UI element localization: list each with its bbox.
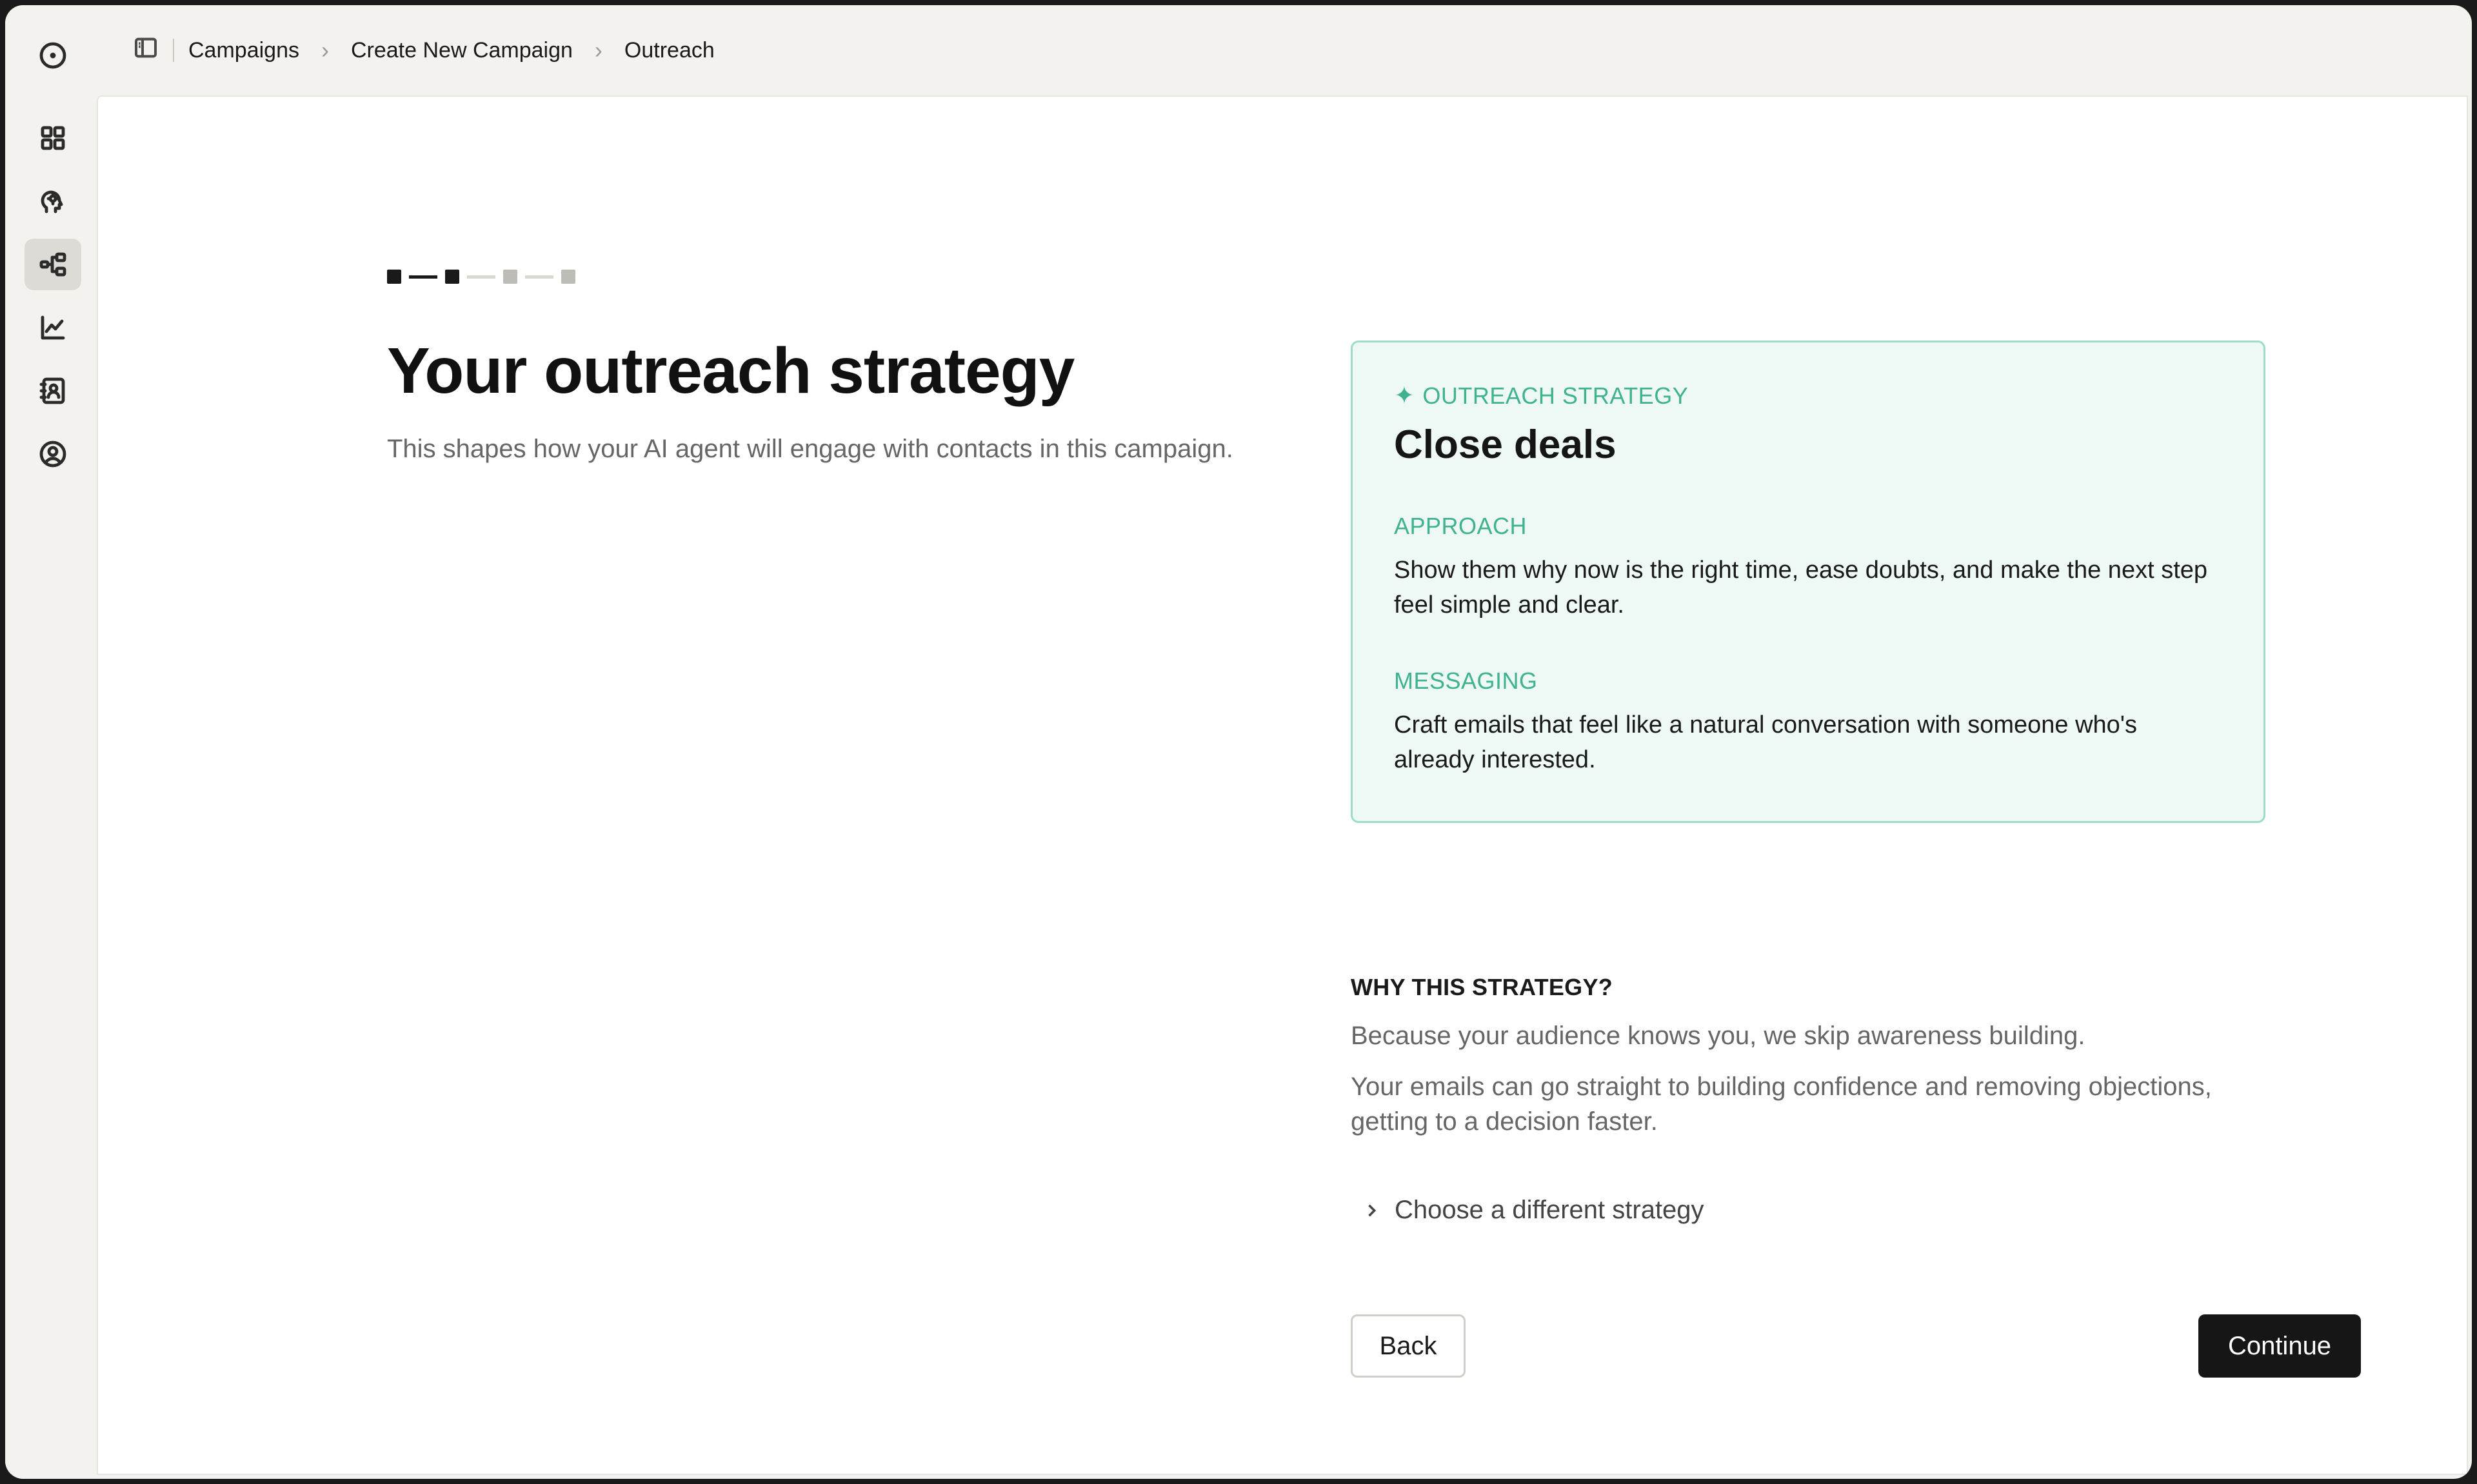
sidebar-item-account[interactable] [25, 428, 81, 480]
sidebar-item-analytics[interactable] [25, 302, 81, 353]
back-button[interactable]: Back [1351, 1314, 1466, 1378]
app-window: Campaigns › Create New Campaign › Outrea… [5, 5, 2472, 1479]
step-indicator [387, 270, 575, 284]
breadcrumb: Campaigns › Create New Campaign › Outrea… [98, 5, 2472, 95]
page-title: Your outreach strategy [387, 335, 1075, 407]
approach-label: APPROACH [1394, 513, 1527, 539]
sidebar-item-dashboard[interactable] [25, 112, 81, 164]
why-line-2: Your emails can go straight to building … [1351, 1073, 2212, 1136]
step-3 [503, 270, 517, 284]
breadcrumb-campaigns[interactable]: Campaigns [188, 38, 299, 63]
sidebar-item-contacts[interactable] [25, 365, 81, 417]
sidebar-item-campaigns[interactable] [25, 239, 81, 290]
step-4 [561, 270, 575, 284]
sparkle-icon: ✦ [1394, 382, 1415, 410]
sidebar-panel-icon [135, 37, 157, 57]
breadcrumb-outreach: Outreach [624, 37, 715, 63]
chevron-right-icon: › [321, 37, 329, 63]
user-circle-icon [39, 440, 66, 468]
divider [173, 39, 174, 62]
step-2 [445, 270, 459, 284]
why-line-1: Because your audience knows you, we skip… [1351, 1022, 2085, 1050]
main-panel: Your outreach strategy This shapes how y… [98, 97, 2467, 1474]
grid-icon [41, 126, 65, 150]
approach-text: Show them why now is the right time, eas… [1394, 557, 2208, 618]
chart-icon [41, 315, 65, 340]
chevron-right-icon [1368, 1204, 1377, 1216]
strategy-heading: Close deals [1394, 422, 1617, 467]
eyebrow-label: OUTREACH STRATEGY [1422, 382, 1689, 409]
messaging-text: Craft emails that feel like a natural co… [1394, 711, 2138, 773]
chevron-right-icon: › [594, 37, 602, 63]
why-title: WHY THIS STRATEGY? [1351, 974, 1613, 1000]
workflow-icon [39, 252, 66, 277]
messaging-label: MESSAGING [1394, 668, 1538, 694]
sidebar-item-agent[interactable] [25, 175, 81, 227]
circle-dot-icon [39, 42, 66, 69]
step-1 [387, 270, 401, 284]
breadcrumb-create-new-campaign[interactable]: Create New Campaign [351, 38, 573, 63]
page-subtitle: This shapes how your AI agent will engag… [387, 435, 1233, 463]
step-connector [409, 275, 437, 279]
continue-button[interactable]: Continue [2198, 1314, 2361, 1378]
choose-label: Choose a different strategy [1395, 1196, 1704, 1224]
choose-different-strategy-toggle[interactable]: Choose a different strategy [1362, 1196, 1704, 1225]
home-button[interactable] [25, 30, 81, 81]
contacts-icon [39, 377, 65, 404]
toggle-sidebar-button[interactable] [133, 35, 159, 66]
step-connector [467, 275, 495, 279]
strategy-card: ✦ OUTREACH STRATEGY Close deals APPROACH… [1351, 341, 2265, 823]
step-connector [525, 275, 553, 279]
sidebar [5, 5, 95, 1479]
brain-icon [41, 190, 63, 213]
strategy-eyebrow: ✦ OUTREACH STRATEGY [1394, 381, 2222, 410]
